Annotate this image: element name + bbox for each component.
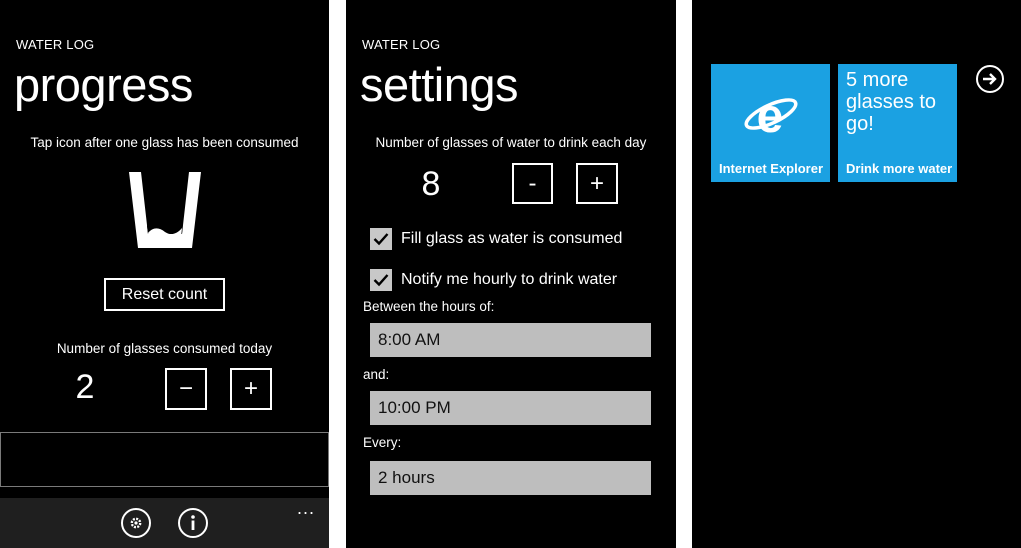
checkbox-checked (370, 269, 392, 291)
arrow-right-icon[interactable] (976, 65, 1004, 93)
every-label: Every: (363, 435, 402, 450)
water-log-tile[interactable]: 5 more glasses to go! Drink more water (838, 64, 957, 182)
app-title: WATER LOG (362, 37, 441, 52)
fill-glass-checkbox[interactable]: Fill glass as water is consumed (370, 228, 622, 250)
checkbox-checked (370, 228, 392, 250)
reset-count-button[interactable]: Reset count (104, 278, 225, 311)
tile-label: Internet Explorer (719, 161, 824, 176)
more-options-button[interactable]: ... (297, 498, 315, 519)
app-title: WATER LOG (16, 37, 95, 52)
consumed-count: 2 (75, 368, 95, 406)
glass-icon[interactable] (126, 170, 204, 250)
decrement-button[interactable]: − (165, 368, 207, 410)
page-title: progress (14, 58, 193, 111)
goal-label: Number of glasses of water to drink each… (375, 135, 647, 150)
tile-label: Drink more water (846, 161, 953, 176)
ad-banner[interactable] (0, 432, 329, 487)
between-hours-label: Between the hours of: (363, 299, 495, 314)
settings-icon[interactable] (121, 508, 151, 538)
progress-screen: WATER LOG progress Tap icon after one gl… (0, 0, 329, 548)
consumed-label: Number of glasses consumed today (56, 341, 273, 356)
instruction-text: Tap icon after one glass has been consum… (30, 135, 299, 150)
svg-text:e: e (757, 92, 784, 142)
interval-field[interactable]: 2 hours (370, 461, 651, 495)
info-icon[interactable] (178, 508, 208, 538)
internet-explorer-icon: e (741, 90, 799, 143)
fill-glass-label: Fill glass as water is consumed (401, 230, 623, 247)
notify-checkbox[interactable]: Notify me hourly to drink water (370, 269, 617, 291)
goal-count: 8 (421, 165, 441, 203)
goal-increment-button[interactable]: + (576, 163, 618, 204)
start-time-field[interactable]: 8:00 AM (370, 323, 651, 357)
settings-screen: WATER LOG settings Number of glasses of … (346, 0, 676, 548)
increment-button[interactable]: + (230, 368, 272, 410)
page-title: settings (360, 58, 518, 111)
goal-decrement-button[interactable]: - (512, 163, 553, 204)
notify-label: Notify me hourly to drink water (401, 271, 618, 288)
app-bar: ... (0, 498, 329, 548)
internet-explorer-tile[interactable]: e Internet Explorer (711, 64, 830, 182)
end-time-field[interactable]: 10:00 PM (370, 391, 651, 425)
and-label: and: (363, 367, 390, 382)
start-screen: e Internet Explorer 5 more glasses to go… (692, 0, 1021, 548)
tile-message: 5 more glasses to go! (846, 69, 937, 135)
